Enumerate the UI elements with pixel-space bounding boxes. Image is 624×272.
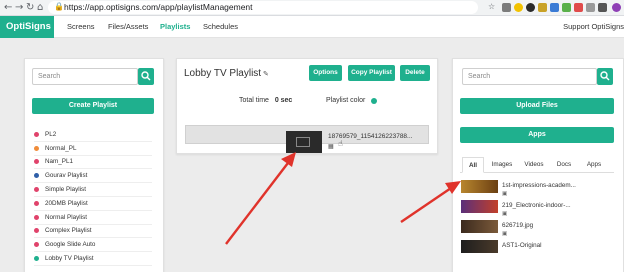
annotation-arrow: [400, 185, 455, 223]
arrow-head: [281, 152, 296, 167]
annotation-arrow: [225, 158, 292, 245]
annotation-arrows: [225, 152, 461, 245]
arrow-head: [445, 181, 461, 194]
arrow-group: [225, 152, 461, 245]
